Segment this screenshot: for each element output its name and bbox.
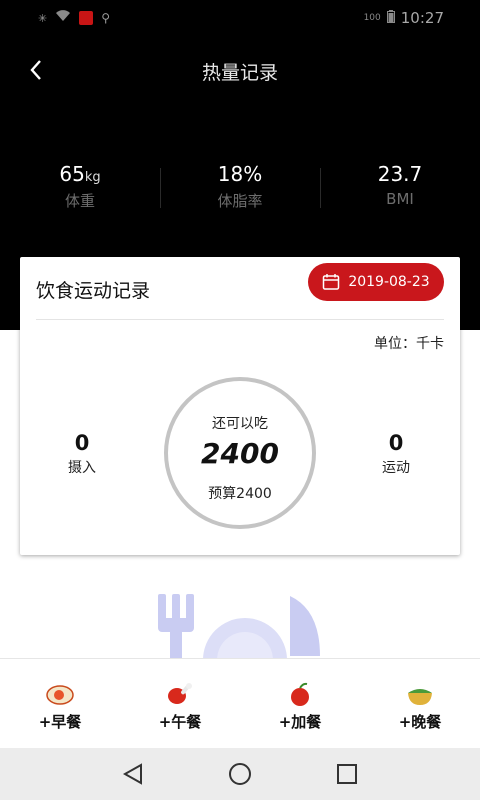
budget-label: 预算2400 xyxy=(208,486,272,502)
wifi-icon xyxy=(55,10,71,26)
nav-home-button[interactable] xyxy=(220,754,260,794)
remaining-value: 2400 xyxy=(201,437,279,470)
noodle-bowl-icon xyxy=(408,689,432,705)
intake-value: 0 xyxy=(74,431,90,455)
add-lunch-button[interactable]: +午餐 xyxy=(120,659,240,748)
exercise-label: 运动 xyxy=(382,460,410,476)
add-meal-bar: +早餐 +午餐 +加餐 +晚餐 xyxy=(0,658,480,748)
chicken-leg-icon xyxy=(168,683,192,704)
stat-body-fat[interactable]: 18% 体脂率 xyxy=(160,162,320,222)
stat-label: 体脂率 xyxy=(217,192,263,210)
battery-level: 100 xyxy=(363,13,381,23)
meal-label: +午餐 xyxy=(158,713,202,731)
diet-exercise-card: 饮食运动记录 2019-08-23 单位：千卡 0 摄入 还可以吃 2400 预… xyxy=(20,257,460,555)
stat-value: 18% xyxy=(217,162,263,186)
remaining-caption: 还可以吃 xyxy=(212,416,268,432)
empty-meals-illustration xyxy=(0,590,480,658)
stat-label: 体重 xyxy=(64,192,95,210)
nav-recents-button[interactable] xyxy=(327,754,367,794)
fried-egg-icon xyxy=(46,685,74,705)
stat-weight[interactable]: 65kg 体重 xyxy=(0,162,160,222)
square-recents-icon xyxy=(336,764,357,784)
intake-label: 摄入 xyxy=(68,460,96,476)
add-dinner-button[interactable]: +晚餐 xyxy=(360,659,480,748)
fork-plate-knife-icon xyxy=(158,594,320,658)
add-breakfast-button[interactable]: +早餐 xyxy=(0,659,120,748)
divider xyxy=(36,319,444,320)
stat-label: BMI xyxy=(386,190,414,208)
exercise-summary[interactable]: 0 运动 xyxy=(366,431,426,477)
add-snack-button[interactable]: +加餐 xyxy=(240,659,360,748)
stat-value: 65 xyxy=(59,162,85,186)
triangle-back-icon xyxy=(123,763,143,785)
apple-icon xyxy=(291,682,309,706)
battery-icon xyxy=(386,9,395,27)
usb-icon: ⚲ xyxy=(101,11,111,25)
remaining-calories-ring: 还可以吃 2400 预算2400 xyxy=(164,377,316,529)
stat-bmi[interactable]: 23.7 BMI xyxy=(320,162,480,222)
unit-label: 单位：千卡 xyxy=(374,336,444,352)
page-title: 热量记录 xyxy=(201,62,278,84)
circle-home-icon xyxy=(228,763,251,785)
meal-label: +加餐 xyxy=(278,713,322,731)
stat-unit: kg xyxy=(84,170,101,185)
meal-label: +早餐 xyxy=(38,713,82,731)
notification-icon: ✳ xyxy=(38,11,48,25)
app-badge-icon xyxy=(79,11,94,25)
calendar-icon xyxy=(323,274,340,290)
system-nav-bar xyxy=(0,748,480,800)
nav-back-button[interactable] xyxy=(113,754,153,794)
body-stats: 65kg 体重 18% 体脂率 23.7 BMI xyxy=(0,162,480,222)
date-picker-button[interactable]: 2019-08-23 xyxy=(308,263,444,301)
status-bar: ✳ ⚲ 100 10:27 xyxy=(0,0,480,36)
intake-summary[interactable]: 0 摄入 xyxy=(52,431,112,477)
date-label: 2019-08-23 xyxy=(348,274,430,290)
clock: 10:27 xyxy=(400,9,444,27)
card-title: 饮食运动记录 xyxy=(36,280,151,302)
stat-value: 23.7 xyxy=(377,162,423,186)
exercise-value: 0 xyxy=(388,431,404,455)
meal-label: +晚餐 xyxy=(398,713,442,731)
